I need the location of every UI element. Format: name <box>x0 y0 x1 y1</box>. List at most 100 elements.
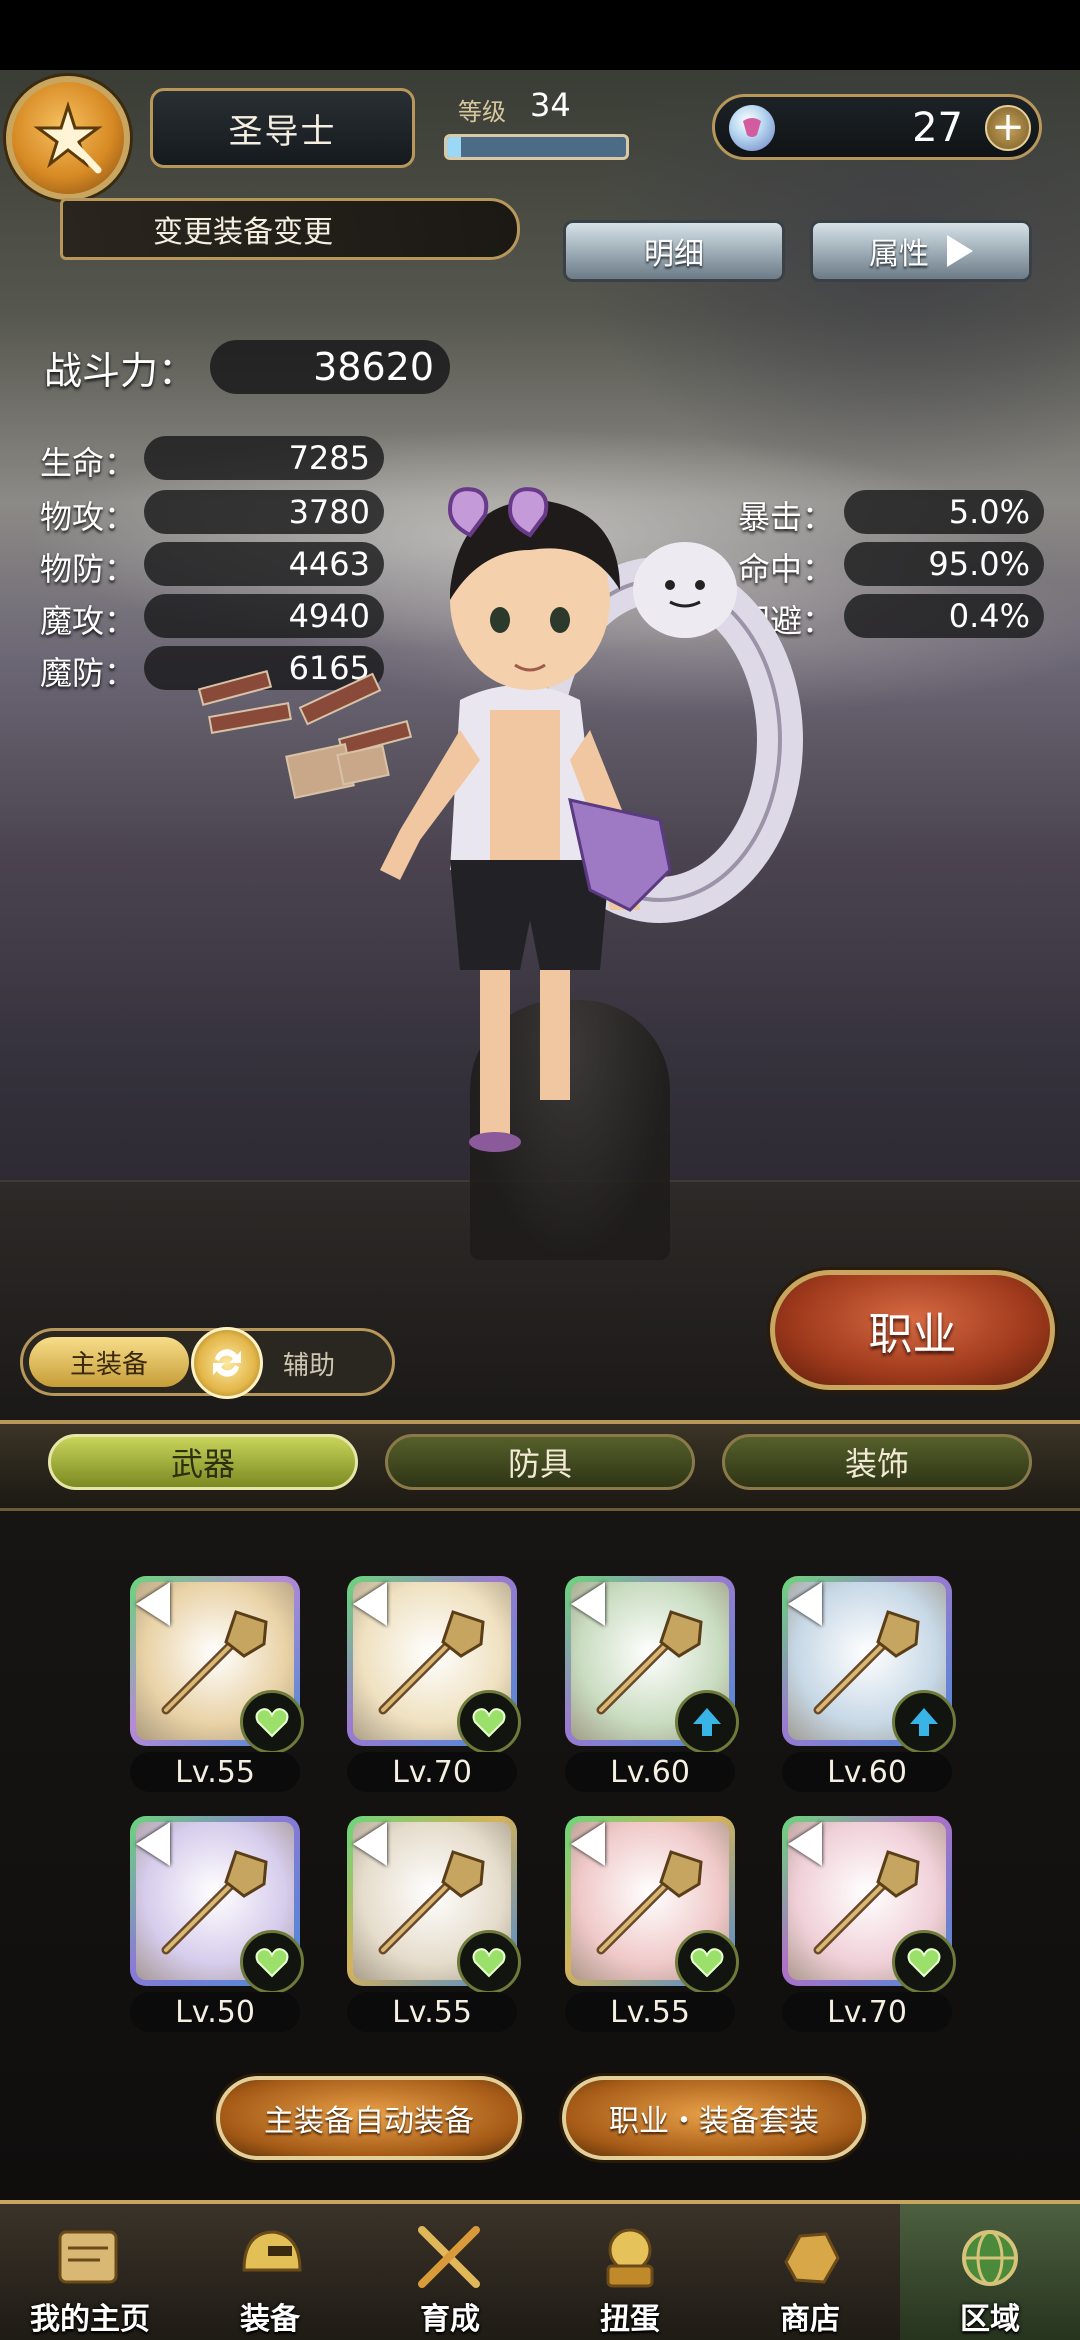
job-name: 圣导士 <box>150 88 415 168</box>
expand-corner-icon <box>788 1582 822 1626</box>
equipment-slot[interactable]: Lv.60 <box>565 1576 739 1796</box>
equipment-frame <box>130 1816 304 1994</box>
toggle-main-equip[interactable]: 主装备 <box>29 1337 189 1387</box>
expand-corner-icon <box>136 1822 170 1866</box>
heart-icon <box>240 1690 304 1754</box>
heart-icon <box>240 1930 304 1994</box>
top-bar: 圣导士 等级 34 27 + <box>0 70 1080 200</box>
equipment-frame <box>347 1576 521 1754</box>
expand-corner-icon <box>353 1822 387 1866</box>
tab-weapon[interactable]: 武器 <box>48 1434 358 1490</box>
scroll-map-icon <box>58 2230 118 2284</box>
combat-power-value: 38620 <box>210 340 450 394</box>
expand-corner-icon <box>353 1582 387 1626</box>
equipment-level: Lv.60 <box>565 1752 735 1792</box>
character-sprite <box>380 487 803 1152</box>
ore-icon <box>784 2232 840 2284</box>
stat-label: 生命： <box>40 444 137 482</box>
level-progress-fill <box>447 137 462 157</box>
heart-icon <box>457 1690 521 1754</box>
stat-row-mag-atk: 魔攻： 4940 <box>40 594 384 640</box>
stat-row-phys-def: 物防： 4463 <box>40 542 384 588</box>
stat-value: 0.4% <box>844 594 1044 638</box>
equipment-slot[interactable]: Lv.70 <box>347 1576 521 1796</box>
bottom-nav: 我的主页 装备 育成 扭蛋 商店 区域 <box>0 2200 1080 2340</box>
equipment-level: Lv.70 <box>347 1752 517 1792</box>
stat-row-phys-atk: 物攻： 3780 <box>40 490 384 536</box>
stat-label: 物防： <box>40 550 137 588</box>
gem-count: 27 <box>912 105 963 151</box>
heart-icon <box>892 1930 956 1994</box>
equipment-frame <box>347 1816 521 1994</box>
nav-label: 区域 <box>960 2302 1020 2337</box>
equipment-frame <box>565 1816 739 1994</box>
stat-row-hp: 生命： 7285 <box>40 436 384 482</box>
job-equipment-set-button[interactable]: 职业・装备套装 <box>562 2076 866 2160</box>
equipment-level: Lv.55 <box>130 1752 300 1792</box>
job-emblem-icon[interactable] <box>6 76 130 200</box>
nav-label: 育成 <box>420 2302 480 2337</box>
heart-icon <box>675 1930 739 1994</box>
nav-home[interactable]: 我的主页 <box>0 2204 180 2340</box>
equipment-slot[interactable]: Lv.70 <box>782 1816 956 2036</box>
nav-training[interactable]: 育成 <box>360 2204 540 2340</box>
nav-area[interactable]: 区域 <box>900 2204 1080 2340</box>
auto-equip-button[interactable]: 主装备自动装备 <box>216 2076 522 2160</box>
equipment-slot[interactable]: Lv.55 <box>130 1576 304 1796</box>
nav-label: 装备 <box>240 2302 300 2337</box>
expand-corner-icon <box>571 1822 605 1866</box>
equipment-level: Lv.60 <box>782 1752 952 1792</box>
equipment-level: Lv.50 <box>130 1992 300 2032</box>
nav-label: 商店 <box>780 2302 840 2337</box>
equipment-level: Lv.55 <box>565 1992 735 2032</box>
stat-label: 魔攻： <box>40 602 137 640</box>
expand-corner-icon <box>571 1582 605 1626</box>
expand-corner-icon <box>136 1582 170 1626</box>
tab-accessory[interactable]: 装饰 <box>722 1434 1032 1490</box>
attributes-button[interactable]: 属性 <box>810 220 1032 282</box>
equipment-level: Lv.55 <box>347 1992 517 2032</box>
gem-icon <box>729 105 775 151</box>
add-gem-button[interactable]: + <box>985 105 1031 151</box>
level-progress-bar <box>444 134 629 160</box>
equipment-slot[interactable]: Lv.55 <box>347 1816 521 2036</box>
nav-gacha[interactable]: 扭蛋 <box>540 2204 720 2340</box>
nav-shop[interactable]: 商店 <box>720 2204 900 2340</box>
nav-label: 扭蛋 <box>600 2302 660 2337</box>
level-value: 34 <box>530 86 571 124</box>
equipment-frame <box>130 1576 304 1754</box>
job-button[interactable]: 职业 <box>770 1270 1055 1390</box>
toggle-aux-equip[interactable]: 辅助 <box>283 1345 335 1382</box>
helmet-icon <box>242 2230 302 2272</box>
stat-label: 物攻： <box>40 498 137 536</box>
attributes-button-label: 属性 <box>869 237 929 272</box>
equip-mode-toggle[interactable]: 主装备 辅助 <box>20 1327 395 1399</box>
detail-button[interactable]: 明细 <box>563 220 785 282</box>
stat-value: 95.0% <box>844 542 1044 586</box>
stat-label: 魔防： <box>40 654 137 692</box>
heart-icon <box>457 1930 521 1994</box>
gem-counter: 27 + <box>712 94 1042 160</box>
capsule-machine-icon <box>606 2228 654 2288</box>
equipment-panel <box>0 1420 1080 2200</box>
crossed-swords-icon <box>418 2226 480 2288</box>
equipment-frame <box>565 1576 739 1754</box>
equipment-slot[interactable]: Lv.55 <box>565 1816 739 2036</box>
swap-icon[interactable] <box>191 1327 263 1399</box>
level-label: 等级 <box>458 98 506 126</box>
globe-icon <box>962 2230 1018 2286</box>
nav-equipment[interactable]: 装备 <box>180 2204 360 2340</box>
stat-value: 5.0% <box>844 490 1044 534</box>
expand-corner-icon <box>788 1822 822 1866</box>
upgrade-arrow-icon <box>892 1690 956 1754</box>
equipment-slot[interactable]: Lv.50 <box>130 1816 304 2036</box>
tab-armor[interactable]: 防具 <box>385 1434 695 1490</box>
equipment-level: Lv.70 <box>782 1992 952 2032</box>
change-equipment-banner[interactable]: 变更装备变更 <box>60 198 520 260</box>
combat-power-label: 战斗力： <box>44 349 197 393</box>
equipment-frame <box>782 1576 956 1754</box>
equipment-slot[interactable]: Lv.60 <box>782 1576 956 1796</box>
level-display: 等级 34 <box>440 86 640 170</box>
upgrade-arrow-icon <box>675 1690 739 1754</box>
equipment-frame <box>782 1816 956 1994</box>
